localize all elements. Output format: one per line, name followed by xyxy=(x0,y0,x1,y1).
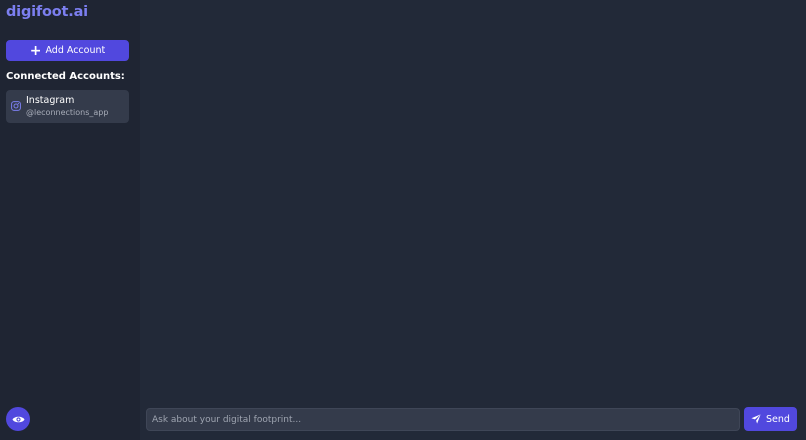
instagram-icon xyxy=(11,101,21,111)
account-handle: @leconnections_app xyxy=(26,108,109,117)
app-root: digifoot.ai + Add Account Connected Acco… xyxy=(0,0,806,440)
brand-logo[interactable]: digifoot.ai xyxy=(6,4,88,20)
visibility-toggle-button[interactable] xyxy=(6,407,30,431)
add-account-button[interactable]: + Add Account xyxy=(6,40,129,61)
paper-plane-icon xyxy=(751,414,761,424)
sidebar: digifoot.ai + Add Account Connected Acco… xyxy=(0,0,140,440)
send-button[interactable]: Send xyxy=(744,407,797,431)
account-item-instagram[interactable]: Instagram @leconnections_app xyxy=(6,90,129,123)
plus-icon: + xyxy=(29,42,42,59)
add-account-label: Add Account xyxy=(45,45,106,56)
chat-input[interactable] xyxy=(146,408,740,431)
connected-accounts-heading: Connected Accounts: xyxy=(6,71,125,82)
account-platform-name: Instagram xyxy=(26,95,75,106)
eye-icon xyxy=(12,416,24,422)
send-label: Send xyxy=(766,413,790,425)
